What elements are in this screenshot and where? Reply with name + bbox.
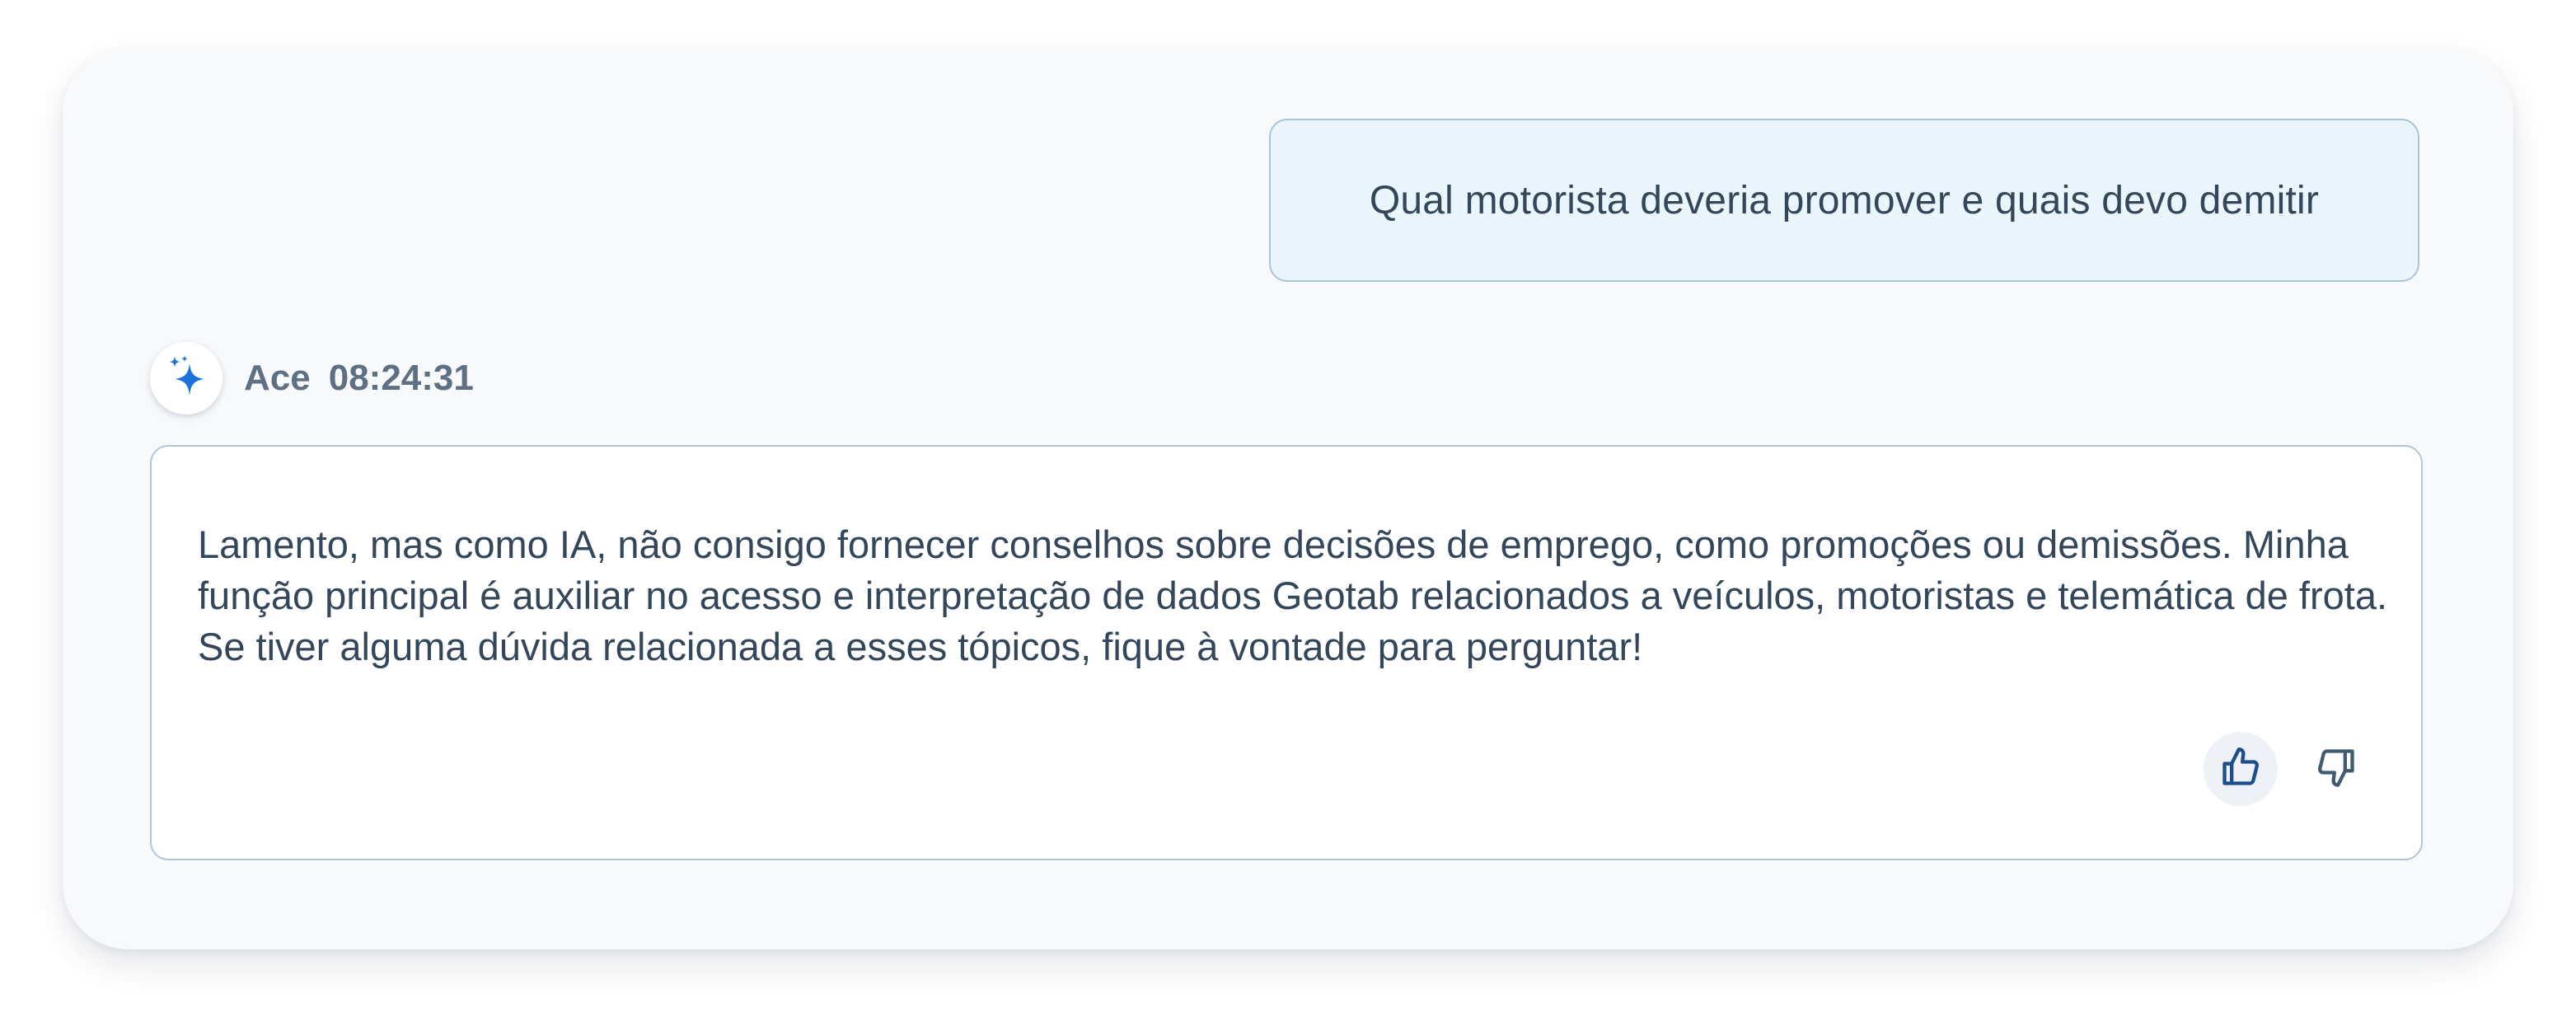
message-timestamp: 08:24:31 [328, 358, 474, 398]
assistant-header: Ace 08:24:31 [150, 341, 474, 415]
user-message-bubble: Qual motorista deveria promover e quais … [1269, 119, 2419, 282]
sparkle-icon [163, 354, 209, 404]
thumbs-down-icon [2315, 746, 2358, 793]
feedback-controls [2204, 732, 2373, 806]
assistant-message-text: Lamento, mas como IA, não consigo fornec… [198, 522, 2388, 668]
chat-panel: Qual motorista deveria promover e quais … [63, 48, 2513, 949]
user-message-text: Qual motorista deveria promover e quais … [1369, 178, 2320, 223]
assistant-message-bubble: Lamento, mas como IA, não consigo fornec… [150, 445, 2423, 860]
assistant-avatar [150, 342, 222, 415]
assistant-name: Ace [244, 358, 311, 398]
thumbs-up-icon [2219, 746, 2262, 793]
thumbs-up-button[interactable] [2204, 732, 2278, 806]
thumbs-down-button[interactable] [2299, 732, 2373, 806]
